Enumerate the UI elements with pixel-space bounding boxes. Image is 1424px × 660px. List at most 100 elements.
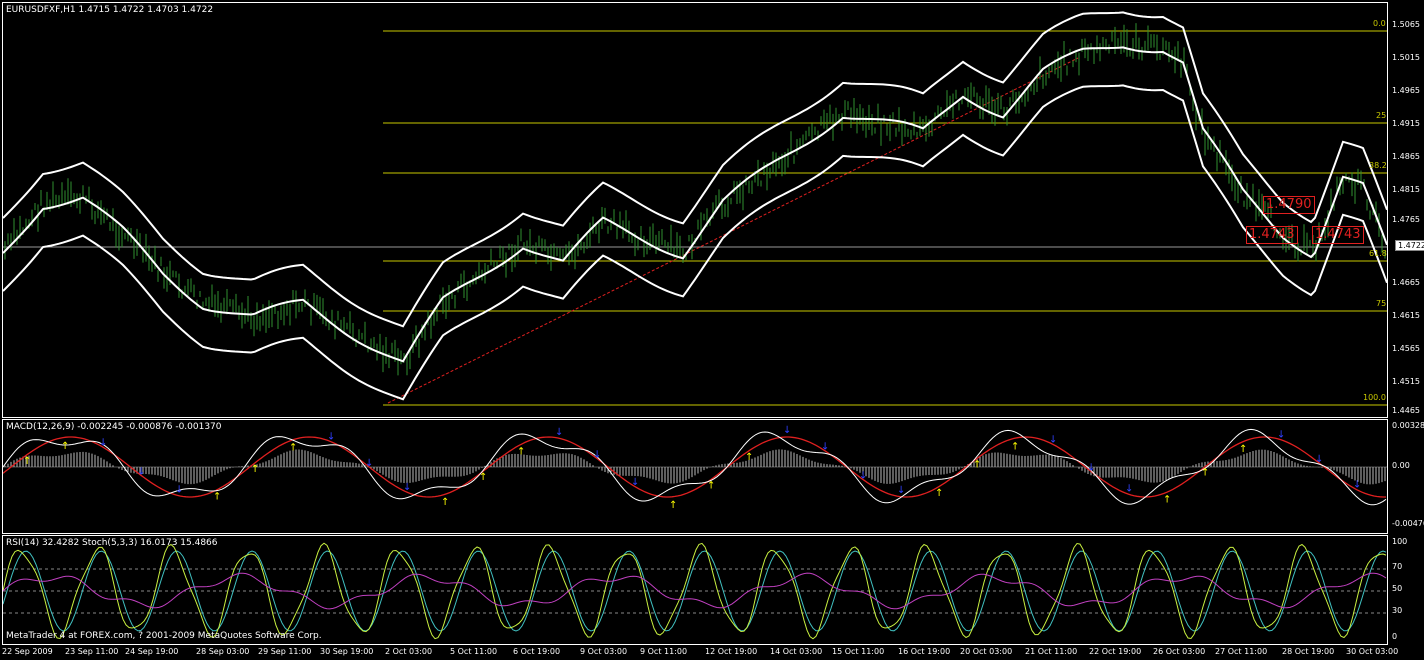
price-tick: 1.5065 [1392,20,1420,29]
arrow-up-icon: ↑ [1011,441,1019,452]
arrow-up-icon: ↑ [23,456,31,467]
arrow-down-icon: ↓ [403,482,411,493]
fib-label-61: 61.8 [1369,249,1387,258]
time-tick: 9 Oct 03:00 [580,647,628,656]
arrow-down-icon: ↓ [593,450,601,461]
price-chart-canvas [3,11,1387,406]
price-tick: 1.4865 [1392,152,1420,161]
arrow-up-icon: ↑ [1201,468,1209,479]
macd-tick: 0.00 [1392,461,1410,470]
time-tick: 27 Oct 11:00 [1215,647,1268,656]
time-tick: 26 Oct 03:00 [1153,647,1206,656]
osc-tick: 0 [1392,632,1398,641]
fib-label-0: 0.0 [1373,19,1386,28]
time-tick: 29 Sep 11:00 [258,647,312,656]
arrow-down-icon: ↓ [821,442,829,453]
time-tick: 28 Sep 03:00 [196,647,250,656]
price-tick: 1.4515 [1392,377,1420,386]
arrow-up-icon: ↑ [707,481,715,492]
arrow-down-icon: ↓ [1315,454,1323,465]
arrow-down-icon: ↓ [1049,435,1057,446]
time-tick: 28 Oct 19:00 [1282,647,1335,656]
main-price-chart[interactable]: EURUSDFXF,H1 1.4715 1.4722 1.4703 1.4722… [2,2,1388,418]
arrow-up-icon: ↑ [251,464,259,475]
arrow-up-icon: ↑ [61,441,69,452]
arrow-up-icon: ↑ [745,452,753,463]
time-tick: 30 Oct 03:00 [1346,647,1399,656]
price-tick: 1.4815 [1392,185,1420,194]
fib-label-38: 38.2 [1369,161,1387,170]
price-tick: 1.4615 [1392,311,1420,320]
time-tick: 20 Oct 03:00 [960,647,1013,656]
time-tick: 22 Sep 2009 [2,647,53,656]
time-tick: 21 Oct 11:00 [1025,647,1078,656]
price-tick: 1.4915 [1392,119,1420,128]
arrow-down-icon: ↓ [859,470,867,481]
arrow-down-icon: ↓ [137,466,145,477]
current-price-marker: 1.4722 [1395,240,1424,251]
arrow-down-icon: ↓ [897,485,905,496]
time-tick: 22 Oct 19:00 [1089,647,1142,656]
copyright-text: MetaTrader 4 at FOREX.com, ? 2001-2009 M… [6,631,322,641]
arrow-down-icon: ↓ [327,432,335,443]
price-tick: 1.4765 [1392,215,1420,224]
arrow-up-icon: ↑ [1239,444,1247,455]
arrow-down-icon: ↓ [1125,483,1133,494]
price-tick: 1.4465 [1392,406,1420,415]
fib-label-100: 100.0 [1363,393,1386,402]
macd-title: MACD(12,26,9) -0.002245 -0.000876 -0.001… [6,422,222,432]
arrow-up-icon: ↑ [1163,494,1171,505]
arrow-up-icon: ↑ [517,446,525,457]
price-tick: 1.5015 [1392,53,1420,62]
trend-line [387,57,1079,404]
oscillator-canvas [3,542,1387,640]
osc-tick: 50 [1392,584,1403,593]
macd-indicator-pane[interactable]: ↑ ↑ ↓ ↓ ↓ ↑ ↑ ↑ ↓ ↓ ↓ ↑ ↑ ↑ ↓ ↓ ↓ ↑ ↑ ↑ ↓ ↓ ↓ ↓ ↑ ↑ ↑ ↓ ↓ ↓ ↑ ↑ ↑ ↓ ↓ ↓ MAC… [2,419,1388,534]
osc-tick: 100 [1392,537,1408,546]
osc-tick: 30 [1392,606,1403,615]
time-tick: 14 Oct 03:00 [770,647,823,656]
arrow-up-icon: ↑ [479,472,487,483]
fib-label-25: 25 [1376,111,1387,120]
time-tick: 24 Sep 19:00 [125,647,179,656]
oscillator-title: RSI(14) 32.4282 Stoch(5,3,3) 16.0173 15.… [6,538,218,548]
arrow-up-icon: ↑ [973,459,981,470]
macd-canvas: ↑ ↑ ↓ ↓ ↓ ↑ ↑ ↑ ↓ ↓ ↓ ↑ ↑ ↑ ↓ ↓ ↓ ↑ ↑ ↑ ↓ ↓ ↓ ↓ ↑ ↑ ↑ ↓ ↓ ↓ ↑ ↑ ↑ ↓ ↓ ↓ [3,425,1387,511]
price-label-box-2: 1.4743 [1246,226,1298,244]
arrow-down-icon: ↓ [783,425,791,436]
time-tick: 15 Oct 11:00 [832,647,885,656]
time-tick: 30 Sep 19:00 [320,647,374,656]
arrow-down-icon: ↓ [365,458,373,469]
price-label-box-1: 1.4790 [1263,196,1315,214]
rsi-stoch-indicator-pane[interactable]: RSI(14) 32.4282 Stoch(5,3,3) 16.0173 15.… [2,535,1388,645]
arrow-down-icon: ↓ [555,427,563,438]
arrow-down-icon: ↓ [99,438,107,449]
arrow-down-icon: ↓ [1353,480,1361,491]
arrow-up-icon: ↑ [669,500,677,511]
time-tick: 12 Oct 19:00 [705,647,758,656]
time-tick: 23 Sep 11:00 [65,647,119,656]
arrow-up-icon: ↑ [289,443,297,454]
arrow-down-icon: ↓ [631,477,639,488]
arrow-down-icon: ↓ [1087,462,1095,473]
time-tick: 2 Oct 03:00 [385,647,433,656]
price-label-box-3: 1.4743 [1312,226,1364,244]
price-tick: 1.4665 [1392,278,1420,287]
fib-label-75: 75 [1376,299,1387,308]
macd-tick: -0.004761 [1392,519,1424,528]
arrow-down-icon: ↓ [1277,429,1285,440]
arrow-up-icon: ↑ [213,492,221,503]
price-tick: 1.4965 [1392,86,1420,95]
macd-tick: 0.003287 [1392,421,1424,430]
time-tick: 5 Oct 11:00 [450,647,498,656]
osc-tick: 70 [1392,562,1403,571]
chart-title: EURUSDFXF,H1 1.4715 1.4722 1.4703 1.4722 [6,5,214,15]
bollinger-middle-band [3,46,1387,363]
arrow-up-icon: ↑ [935,488,943,499]
price-tick: 1.4565 [1392,344,1420,353]
arrow-down-icon: ↓ [175,484,183,495]
time-tick: 6 Oct 19:00 [513,647,561,656]
time-tick: 9 Oct 11:00 [640,647,688,656]
arrow-up-icon: ↑ [441,497,449,508]
time-tick: 16 Oct 19:00 [898,647,951,656]
